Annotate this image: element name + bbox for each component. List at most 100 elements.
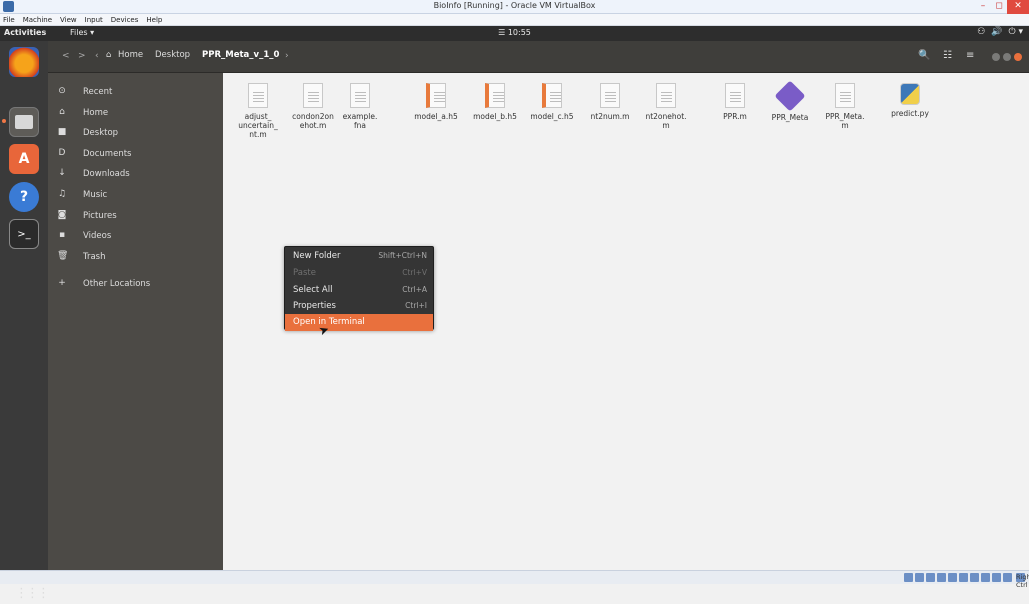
file-item[interactable]: adjust_ uncertain_ nt.m	[231, 83, 285, 139]
minimize-button[interactable]: –	[975, 0, 991, 14]
file-item[interactable]: model_a.h5	[409, 83, 463, 121]
file-item[interactable]: model_b.h5	[468, 83, 522, 121]
sidebar-item-other-locations[interactable]: + Other Locations	[48, 275, 223, 295]
power-icon[interactable]: ⏻ ▾	[1009, 27, 1024, 37]
video-icon: ▪	[58, 230, 66, 240]
binary-file-icon	[485, 83, 505, 108]
music-icon: ♫	[57, 189, 67, 199]
breadcrumb-left-arrow[interactable]: ‹	[95, 51, 99, 61]
file-name: model_b.h5	[473, 112, 517, 121]
menu-view[interactable]: View	[60, 14, 77, 25]
clock-icon: ⊙	[58, 86, 66, 96]
breadcrumb-home[interactable]: Home	[118, 50, 143, 60]
file-item[interactable]: PPR_Meta	[763, 80, 817, 122]
maximize-window-button[interactable]	[1003, 53, 1011, 61]
file-item[interactable]: example. fna	[333, 83, 387, 130]
display-icon[interactable]	[970, 573, 979, 582]
sidebar-item-recent[interactable]: ⊙ Recent	[48, 83, 223, 103]
window-controls: – ◻ ✕	[975, 0, 1029, 14]
breadcrumb-desktop[interactable]: Desktop	[155, 50, 190, 60]
audio-icon[interactable]	[926, 573, 935, 582]
menu-item-properties[interactable]: Properties Ctrl+I	[285, 298, 433, 315]
menu-help[interactable]: Help	[146, 14, 162, 25]
executable-icon	[774, 80, 806, 112]
terminal-icon[interactable]: >_	[9, 219, 39, 249]
sidebar-item-trash[interactable]: 🗑 Trash	[48, 248, 223, 268]
system-tray[interactable]: ⚇ 🔊 ⏻ ▾	[977, 27, 1023, 37]
sidebar-item-videos[interactable]: ▪ Videos	[48, 227, 223, 247]
back-button[interactable]: <	[62, 51, 70, 61]
file-item[interactable]: PPR.m	[708, 83, 762, 121]
software-center-icon[interactable]: A	[9, 144, 39, 174]
python-file-icon	[900, 83, 920, 105]
close-window-button[interactable]	[1014, 53, 1022, 61]
vbox-menubar: File Machine View Input Devices Help	[0, 14, 1029, 26]
forward-button[interactable]: >	[78, 51, 86, 61]
file-item[interactable]: nt2onehot. m	[639, 83, 693, 130]
breadcrumb-current[interactable]: PPR_Meta_v_1_0	[202, 50, 279, 60]
sidebar-item-label: Recent	[83, 87, 113, 97]
mouse-integration-icon[interactable]	[1003, 573, 1012, 582]
file-name: PPR_Meta	[771, 113, 809, 122]
file-name: adjust_ uncertain_ nt.m	[238, 112, 278, 139]
context-menu: New Folder Shift+Ctrl+N Paste Ctrl+V Selec…	[284, 246, 434, 331]
menu-input[interactable]: Input	[85, 14, 103, 25]
home-icon: ⌂	[106, 50, 112, 60]
menu-file[interactable]: File	[3, 14, 15, 25]
file-item[interactable]: condon2on ehot.m	[286, 83, 340, 130]
menu-item-open-in-terminal[interactable]: Open in Terminal	[285, 314, 433, 331]
sidebar-item-music[interactable]: ♫ Music	[48, 186, 223, 206]
text-file-icon	[303, 83, 323, 108]
help-icon[interactable]: ?	[9, 182, 39, 212]
file-item[interactable]: nt2num.m	[583, 83, 637, 121]
active-indicator	[2, 119, 6, 123]
usb-icon[interactable]	[948, 573, 957, 582]
sidebar-item-label: Trash	[83, 252, 106, 262]
accessibility-icon[interactable]: ⚇	[977, 27, 985, 37]
sidebar-item-pictures[interactable]: ◙ Pictures	[48, 207, 223, 227]
file-name: PPR_Meta. m	[825, 112, 865, 130]
files-icon[interactable]	[9, 107, 39, 137]
trash-icon: 🗑	[57, 251, 69, 261]
recording-icon[interactable]	[981, 573, 990, 582]
menu-item-new-folder[interactable]: New Folder Shift+Ctrl+N	[285, 248, 433, 265]
text-file-icon	[350, 83, 370, 108]
menu-devices[interactable]: Devices	[111, 14, 139, 25]
minimize-window-button[interactable]	[992, 53, 1000, 61]
clock[interactable]: ☰ 10:55	[0, 28, 1029, 37]
file-manager-header: < > ‹ ⌂ Home Desktop PPR_Meta_v_1_0 › 🔍 …	[48, 41, 1029, 73]
network-icon[interactable]	[937, 573, 946, 582]
file-name: model_c.h5	[530, 112, 574, 121]
text-file-icon	[725, 83, 745, 108]
sidebar-item-label: Music	[83, 190, 108, 200]
menu-machine[interactable]: Machine	[23, 14, 52, 25]
file-item[interactable]: PPR_Meta. m	[818, 83, 872, 130]
volume-icon[interactable]: 🔊	[991, 27, 1002, 37]
menu-item-select-all[interactable]: Select All Ctrl+A	[285, 282, 433, 299]
optical-drive-icon[interactable]	[915, 573, 924, 582]
file-item[interactable]: model_c.h5	[525, 83, 579, 121]
sidebar-item-desktop[interactable]: ■ Desktop	[48, 124, 223, 144]
close-button[interactable]: ✕	[1007, 0, 1029, 14]
file-name: example. fna	[342, 112, 378, 130]
shared-folder-icon[interactable]	[959, 573, 968, 582]
hard-disk-icon[interactable]	[904, 573, 913, 582]
sidebar-item-documents[interactable]: D Documents	[48, 145, 223, 165]
file-name: predict.py	[891, 109, 929, 118]
dock: A ? >_ ⋮⋮⋮	[0, 41, 50, 600]
camera-icon: ◙	[57, 210, 67, 220]
text-file-icon	[835, 83, 855, 108]
firefox-icon[interactable]	[9, 47, 39, 77]
restore-button[interactable]: ◻	[991, 0, 1007, 14]
search-icon[interactable]: 🔍	[918, 50, 930, 61]
vbox-statusbar: Right Ctrl	[0, 570, 1029, 589]
cpu-icon[interactable]	[992, 573, 1001, 582]
show-applications-icon[interactable]: ⋮⋮⋮	[15, 587, 50, 604]
sidebar-item-downloads[interactable]: ↓ Downloads	[48, 165, 223, 185]
sidebar-item-home[interactable]: ⌂ Home	[48, 104, 223, 124]
download-icon: ↓	[58, 168, 66, 178]
file-item[interactable]: predict.py	[883, 83, 937, 118]
view-toggle-icon[interactable]: ☷	[943, 50, 952, 61]
menu-icon[interactable]: ≡	[966, 50, 974, 61]
breadcrumb-right-arrow[interactable]: ›	[285, 51, 289, 61]
